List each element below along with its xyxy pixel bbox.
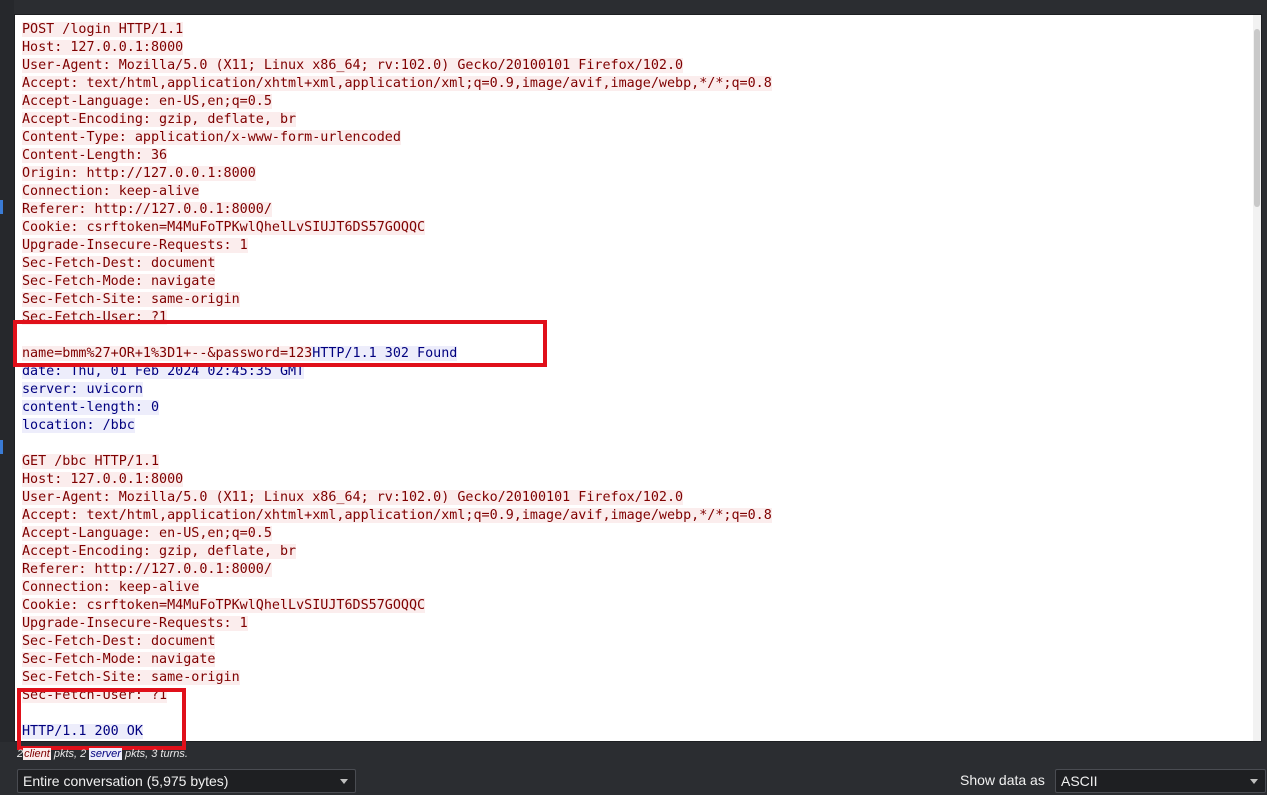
server-text: server: uvicorn — [22, 382, 143, 397]
client-text: Referer: http://127.0.0.1:8000/ — [22, 562, 272, 577]
client-text: Cookie: csrftoken=M4MuFoTPKwlQhelLvSIUJT… — [22, 598, 426, 613]
left-frame-edge — [0, 0, 14, 742]
stream-line: Accept-Language: en-US,en;q=0.5 — [22, 525, 1251, 543]
stream-content: POST /login HTTP/1.1 Host: 127.0.0.1:8000… — [22, 21, 1251, 741]
stream-line: location: /bbc — [22, 417, 1251, 435]
client-text: Sec-Fetch-Mode: navigate — [22, 652, 216, 667]
conversation-select[interactable]: Entire conversation (5,975 bytes) — [17, 769, 356, 793]
stream-line: Connection: keep-alive — [22, 183, 1251, 201]
stream-line: Sec-Fetch-Mode: navigate — [22, 651, 1251, 669]
stream-line: Origin: http://127.0.0.1:8000 — [22, 165, 1251, 183]
client-text: Accept-Encoding: gzip, deflate, br — [22, 544, 297, 559]
client-label: client — [23, 748, 51, 760]
client-text: Accept-Language: en-US,en;q=0.5 — [22, 526, 272, 541]
stream-line: Sec-Fetch-Site: same-origin — [22, 291, 1251, 309]
client-text: Host: 127.0.0.1:8000 — [22, 40, 184, 55]
client-text: GET /bbc HTTP/1.1 — [22, 454, 160, 469]
client-text: Referer: http://127.0.0.1:8000/ — [22, 202, 272, 217]
stream-line: Cookie: csrftoken=M4MuFoTPKwlQhelLvSIUJT… — [22, 219, 1251, 237]
stream-line — [22, 705, 1251, 723]
client-text: Connection: keep-alive — [22, 184, 200, 199]
frame-marker — [0, 200, 3, 214]
stream-line: Content-Type: application/x-www-form-url… — [22, 129, 1251, 147]
client-text: Sec-Fetch-Dest: document — [22, 634, 216, 649]
packet-summary: 2client pkts, 2 server pkts, 3 turns. — [17, 748, 188, 760]
client-text: Accept: text/html,application/xhtml+xml,… — [22, 508, 772, 523]
client-text: User-Agent: Mozilla/5.0 (X11; Linux x86_… — [22, 58, 684, 73]
stream-line: GET /bbc HTTP/1.1 — [22, 453, 1251, 471]
stream-line: Upgrade-Insecure-Requests: 1 — [22, 237, 1251, 255]
stream-line: server: uvicorn — [22, 381, 1251, 399]
stream-line: User-Agent: Mozilla/5.0 (X11; Linux x86_… — [22, 489, 1251, 507]
stream-line: Connection: keep-alive — [22, 579, 1251, 597]
stream-line: Content-Length: 36 — [22, 147, 1251, 165]
stream-line: Accept-Encoding: gzip, deflate, br — [22, 111, 1251, 129]
summary-tail: pkts, 3 turns. — [121, 748, 188, 760]
stream-line: Sec-Fetch-User: ?1 — [22, 687, 1251, 705]
client-text: Sec-Fetch-Site: same-origin — [22, 670, 240, 685]
client-text: Accept-Language: en-US,en;q=0.5 — [22, 94, 272, 109]
server-label: server — [89, 748, 122, 760]
client-text: Cookie: csrftoken=M4MuFoTPKwlQhelLvSIUJT… — [22, 220, 426, 235]
client-text: POST /login HTTP/1.1 — [22, 22, 184, 37]
stream-line: Referer: http://127.0.0.1:8000/ — [22, 561, 1251, 579]
server-text: location: /bbc — [22, 418, 135, 433]
stream-line — [22, 435, 1251, 453]
stream-line: POST /login HTTP/1.1 — [22, 21, 1251, 39]
client-text: Sec-Fetch-Site: same-origin — [22, 292, 240, 307]
client-text: Upgrade-Insecure-Requests: 1 — [22, 616, 248, 631]
stream-line: Cookie: csrftoken=M4MuFoTPKwlQhelLvSIUJT… — [22, 597, 1251, 615]
stream-line: HTTP/1.1 200 OK — [22, 723, 1251, 741]
stream-line: Host: 127.0.0.1:8000 — [22, 471, 1251, 489]
client-text: Origin: http://127.0.0.1:8000 — [22, 166, 256, 181]
client-text: Accept-Encoding: gzip, deflate, br — [22, 112, 297, 127]
annotation-box-response — [17, 688, 186, 750]
stream-line: Sec-Fetch-Dest: document — [22, 633, 1251, 651]
follow-stream-text-view[interactable]: POST /login HTTP/1.1 Host: 127.0.0.1:8000… — [14, 14, 1262, 742]
stream-line: Sec-Fetch-Mode: navigate — [22, 273, 1251, 291]
chevron-down-icon — [1250, 779, 1258, 784]
client-text: Content-Length: 36 — [22, 148, 168, 163]
show-data-select-value: ASCII — [1061, 773, 1098, 789]
client-text: Sec-Fetch-Mode: navigate — [22, 274, 216, 289]
client-text: Connection: keep-alive — [22, 580, 200, 595]
stream-line: Accept: text/html,application/xhtml+xml,… — [22, 507, 1251, 525]
server-text: content-length: 0 — [22, 400, 160, 415]
stream-line: Accept: text/html,application/xhtml+xml,… — [22, 75, 1251, 93]
show-data-select[interactable]: ASCII — [1055, 769, 1266, 793]
stream-line: Sec-Fetch-Site: same-origin — [22, 669, 1251, 687]
stream-line: User-Agent: Mozilla/5.0 (X11; Linux x86_… — [22, 57, 1251, 75]
vertical-scrollbar[interactable] — [1253, 15, 1261, 741]
summary-middle: pkts, 2 — [50, 748, 90, 760]
client-text: User-Agent: Mozilla/5.0 (X11; Linux x86_… — [22, 490, 684, 505]
scrollbar-thumb[interactable] — [1254, 29, 1260, 207]
stream-line: Accept-Encoding: gzip, deflate, br — [22, 543, 1251, 561]
stream-line: Host: 127.0.0.1:8000 — [22, 39, 1251, 57]
stream-line: Accept-Language: en-US,en;q=0.5 — [22, 93, 1251, 111]
conversation-select-value: Entire conversation (5,975 bytes) — [23, 773, 229, 789]
client-text: Content-Type: application/x-www-form-url… — [22, 130, 401, 145]
client-text: Accept: text/html,application/xhtml+xml,… — [22, 76, 772, 91]
stream-line: Sec-Fetch-Dest: document — [22, 255, 1251, 273]
annotation-box-injection — [13, 320, 547, 367]
stream-line: Upgrade-Insecure-Requests: 1 — [22, 615, 1251, 633]
stream-line: content-length: 0 — [22, 399, 1251, 417]
frame-marker — [0, 440, 3, 454]
show-data-label: Show data as — [960, 772, 1045, 788]
chevron-down-icon — [340, 779, 348, 784]
client-text: Sec-Fetch-Dest: document — [22, 256, 216, 271]
client-text: Host: 127.0.0.1:8000 — [22, 472, 184, 487]
stream-line: Referer: http://127.0.0.1:8000/ — [22, 201, 1251, 219]
client-text: Upgrade-Insecure-Requests: 1 — [22, 238, 248, 253]
